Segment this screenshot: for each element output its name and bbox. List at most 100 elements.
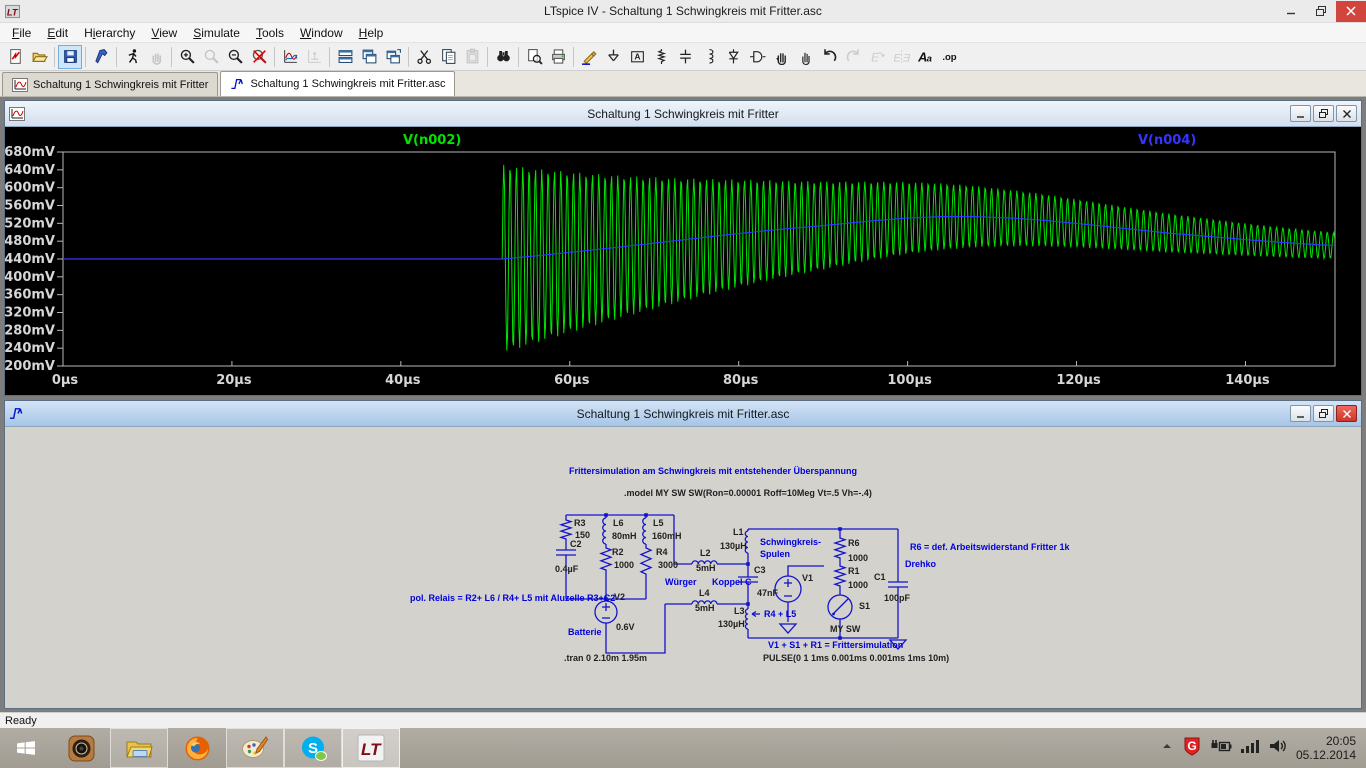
schematic-wire [641,546,651,576]
schematic-close-button[interactable] [1336,405,1357,422]
menu-hierarchy[interactable]: Hierarchy [76,24,143,42]
waveform-restore-button[interactable] [1313,105,1334,122]
toolbar-spice-directive-button[interactable]: .op [937,45,961,69]
junction-dot [838,527,842,531]
tab-schematic[interactable]: Schaltung 1 Schwingkreis mit Fritter.asc [220,71,455,96]
autorange-y-icon [306,48,323,65]
app-minimize-button[interactable] [1276,1,1306,22]
schematic-window-titlebar[interactable]: Schaltung 1 Schwingkreis mit Fritter.asc [5,401,1361,427]
toolbar-run-button[interactable] [120,45,144,69]
toolbar-halt-button [144,45,168,69]
menu-view[interactable]: View [143,24,185,42]
volume-icon[interactable] [1268,737,1288,760]
taskbar-firefox[interactable] [168,728,226,768]
waveform-tab-icon [12,78,28,92]
toolbar-zoom-full-extents-button[interactable] [247,45,271,69]
waveform-close-button[interactable] [1336,105,1357,122]
y-axis-label: 640mV [5,163,55,178]
taskbar: S LT G 20:05 05.12.2014 [0,728,1366,768]
svg-text:.op: .op [942,52,956,63]
menu-window[interactable]: Window [292,24,351,42]
waveform-plot-area[interactable]: V(n002)V(n004)680mV640mV600mV560mV520mV4… [5,127,1361,395]
schematic-comment: Batterie [568,627,602,637]
waveform-window-titlebar[interactable]: Schaltung 1 Schwingkreis mit Fritter [5,101,1361,127]
taskbar-audio-player[interactable] [52,728,110,768]
schematic-wire [835,536,845,560]
schematic-canvas[interactable]: Frittersimulation am Schwingkreis mit en… [5,427,1361,708]
toolbar-print-button[interactable] [546,45,570,69]
power-icon[interactable] [1210,738,1232,759]
toolbar-place-diode-button[interactable] [721,45,745,69]
toolbar-draw-wire-button[interactable] [577,45,601,69]
toolbar-save-button[interactable] [58,45,82,69]
network-signal-icon[interactable] [1240,738,1260,759]
print-icon [550,48,567,65]
file-explorer-icon [125,736,153,760]
taskbar-file-explorer[interactable] [110,728,168,768]
toolbar-plot-settings-button[interactable] [278,45,302,69]
component-label: 80mH [612,531,637,541]
toolbar-move-button[interactable] [769,45,793,69]
taskbar-ltspice[interactable]: LT [342,728,400,768]
tile-horizontal-icon [337,48,354,65]
component-label: R3 [574,518,586,528]
toolbar-place-label-button[interactable]: A [625,45,649,69]
app-close-button[interactable] [1336,1,1366,22]
component-label: 1000 [848,580,868,590]
toolbar-cascade-windows-button[interactable] [381,45,405,69]
toolbar-tile-vertical-button[interactable] [357,45,381,69]
move-icon [773,48,790,65]
gdata-antivirus-icon[interactable]: G [1182,736,1202,761]
start-button[interactable] [0,728,52,768]
component-label: 130µH [720,541,747,551]
toolbar-copy-button[interactable] [436,45,460,69]
menu-simulate[interactable]: Simulate [185,24,248,42]
toolbar-new-schematic-button[interactable] [3,45,27,69]
schematic-restore-button[interactable] [1313,405,1334,422]
menu-edit[interactable]: Edit [39,24,76,42]
taskbar-paint[interactable] [226,728,284,768]
taskbar-skype[interactable]: S [284,728,342,768]
component-label: C3 [754,565,766,575]
toolbar-drag-button[interactable] [793,45,817,69]
toolbar-place-inductor-button[interactable] [697,45,721,69]
schematic-minimize-button[interactable] [1290,405,1311,422]
taskbar-clock[interactable]: 20:05 05.12.2014 [1296,734,1356,762]
component-label: 5mH [695,603,715,613]
toolbar-place-resistor-button[interactable] [649,45,673,69]
schematic-comment: Würger [665,577,697,587]
toolbar-separator [274,47,275,67]
tab-waveform[interactable]: Schaltung 1 Schwingkreis mit Fritter [2,72,218,96]
schematic-window-title: Schaltung 1 Schwingkreis mit Fritter.asc [5,407,1361,421]
toolbar-place-text-button[interactable]: Aa [913,45,937,69]
toolbar-zoom-in-button[interactable] [175,45,199,69]
toolbar-undo-button[interactable] [817,45,841,69]
toolbar-find-button[interactable] [491,45,515,69]
toolbar-place-ground-button[interactable] [601,45,625,69]
waveform-minimize-button[interactable] [1290,105,1311,122]
schematic-comment: pol. Relais = R2+ L6 / R4+ L5 mit Aluzel… [410,593,615,603]
svg-text:a: a [926,53,932,64]
component-label: V2 [614,592,625,602]
menu-file[interactable]: File [4,24,39,42]
menu-tools[interactable]: Tools [248,24,292,42]
menu-help[interactable]: Help [351,24,392,42]
tray-expand-icon[interactable] [1160,739,1174,757]
y-axis-label: 400mV [5,270,55,285]
toolbar-cut-button[interactable] [412,45,436,69]
svg-text:A: A [634,52,640,62]
app-restore-button[interactable] [1306,1,1336,22]
toolbar-zoom-out-button[interactable] [223,45,247,69]
firefox-icon [184,735,211,762]
toolbar-place-capacitor-button[interactable] [673,45,697,69]
toolbar-control-panel-button[interactable] [89,45,113,69]
schematic-comment: Drehko [905,559,937,569]
spice-directive-text: .tran 0 2.10m 1.95m [564,653,647,663]
place-ground-icon [605,48,622,65]
toolbar-separator [171,47,172,67]
toolbar-print-preview-button[interactable] [522,45,546,69]
toolbar-tile-horizontal-button[interactable] [333,45,357,69]
component-label: C2 [570,539,582,549]
toolbar-place-component-button[interactable] [745,45,769,69]
toolbar-open-file-button[interactable] [27,45,51,69]
